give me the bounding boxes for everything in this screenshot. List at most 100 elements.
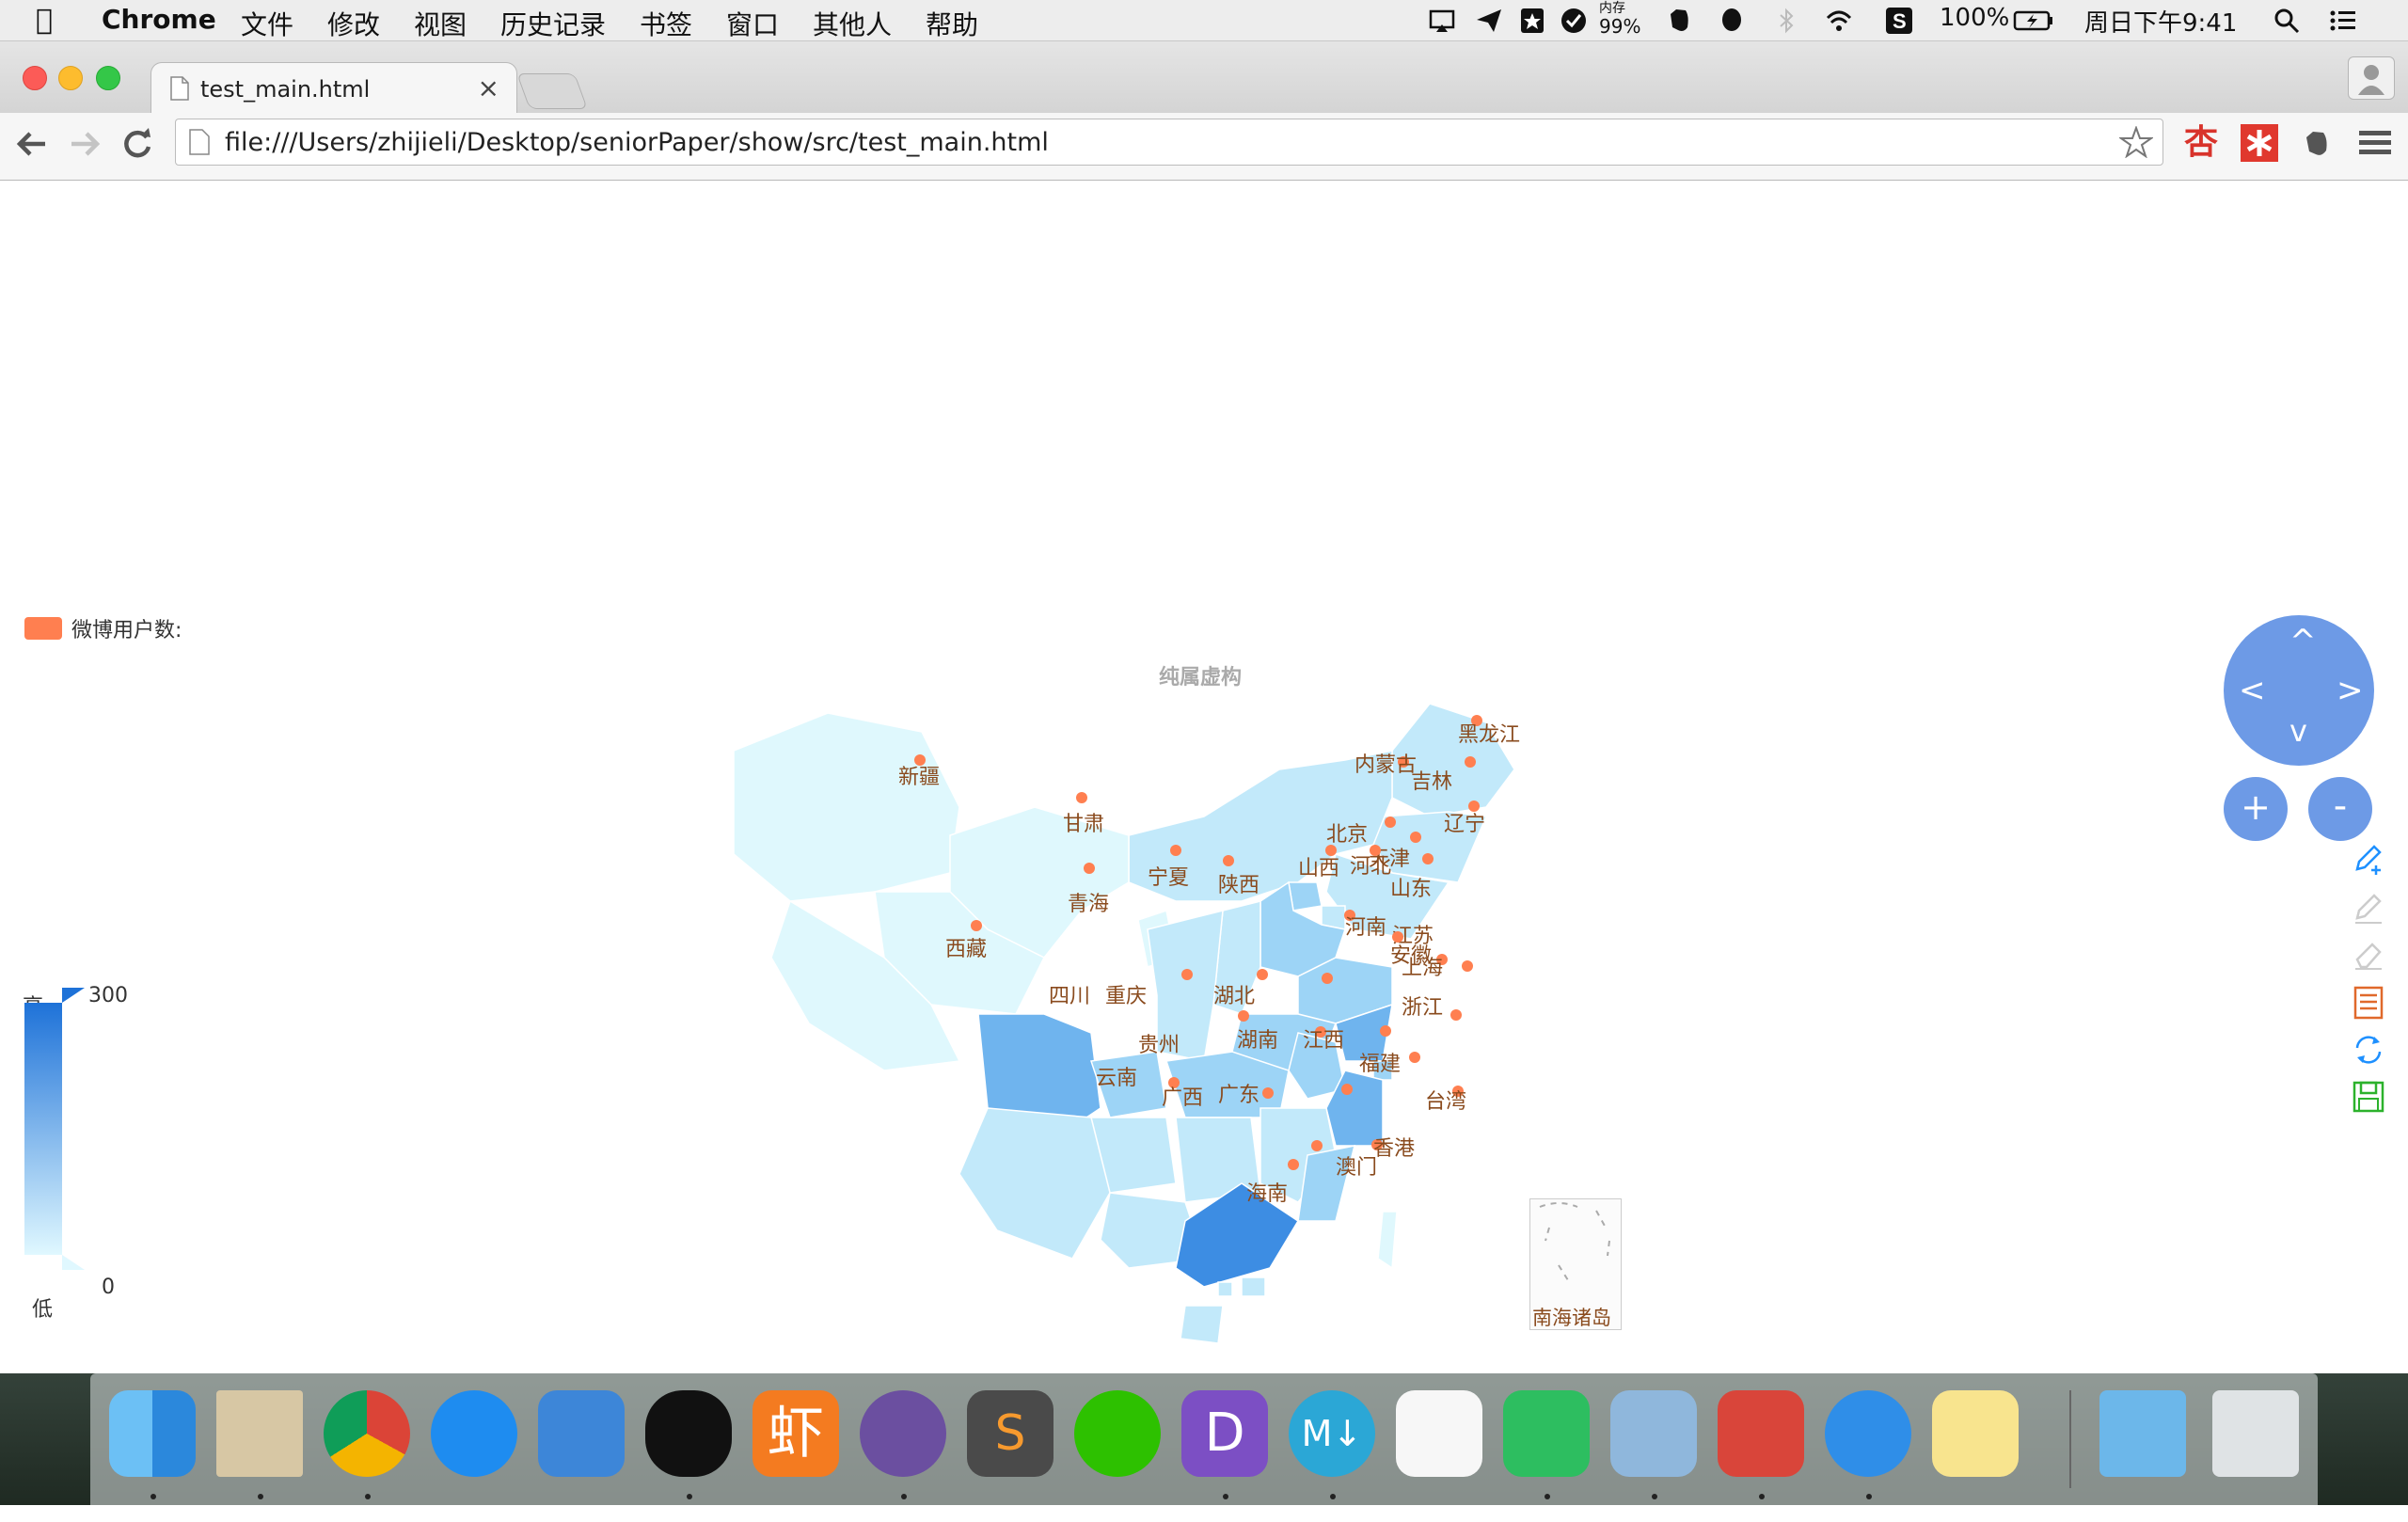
page-info-icon[interactable] xyxy=(189,129,210,155)
trash-icon[interactable] xyxy=(2212,1390,2299,1477)
menu-bookmarks[interactable]: 书签 xyxy=(640,5,692,42)
province-marker-dot[interactable] xyxy=(1392,931,1403,943)
evernote-icon[interactable] xyxy=(1665,7,1693,35)
province-marker-dot[interactable] xyxy=(1076,792,1087,803)
new-tab-button[interactable] xyxy=(516,73,588,109)
province-marker-dot[interactable] xyxy=(914,754,926,766)
notes-icon[interactable] xyxy=(1932,1390,2019,1477)
bluetooth-icon[interactable] xyxy=(1772,7,1800,35)
province-marker-dot[interactable] xyxy=(1410,832,1421,843)
check-circle-icon[interactable] xyxy=(1560,7,1588,35)
xcode-icon[interactable] xyxy=(538,1390,625,1477)
province-region[interactable] xyxy=(1241,1276,1266,1297)
province-marker-dot[interactable] xyxy=(1465,756,1476,768)
forward-arrow-icon[interactable] xyxy=(68,128,102,160)
app-store-icon[interactable] xyxy=(431,1390,517,1477)
xing-extension-icon[interactable]: 杏 xyxy=(2184,124,2222,162)
airplay-icon[interactable] xyxy=(1428,7,1456,35)
close-window-button[interactable] xyxy=(23,66,47,90)
legend-label[interactable]: 微博用户数: xyxy=(71,613,182,643)
province-marker-dot[interactable] xyxy=(1223,855,1234,866)
province-marker-dot[interactable] xyxy=(1409,1052,1420,1063)
province-marker-dot[interactable] xyxy=(1170,845,1181,856)
reload-icon[interactable] xyxy=(120,126,154,160)
province-marker-dot[interactable] xyxy=(1468,801,1480,812)
spotlight-search-icon[interactable] xyxy=(2273,7,2301,35)
province-marker-dot[interactable] xyxy=(1262,1087,1274,1099)
mail-stamp-icon[interactable] xyxy=(216,1390,303,1477)
province-marker-dot[interactable] xyxy=(1311,1140,1323,1151)
active-tab[interactable]: test_main.html × xyxy=(150,62,517,115)
province-marker-dot[interactable] xyxy=(1257,969,1268,980)
xiami-music-icon[interactable]: 虾 xyxy=(752,1390,839,1477)
qq-icon[interactable] xyxy=(1718,7,1746,35)
zoom-window-button[interactable] xyxy=(96,66,120,90)
bookmark-star-outline-icon[interactable] xyxy=(2119,126,2153,158)
refresh-icon[interactable] xyxy=(2352,1033,2385,1067)
address-bar[interactable]: file:///Users/zhijieli/Desktop/seniorPap… xyxy=(175,119,2163,166)
finder-icon[interactable] xyxy=(109,1390,196,1477)
province-marker-dot[interactable] xyxy=(1341,1084,1353,1095)
province-marker-dot[interactable] xyxy=(1084,863,1095,874)
chrome-menu-icon[interactable] xyxy=(2359,128,2391,158)
chrome-icon[interactable] xyxy=(324,1390,410,1477)
apple-icon[interactable]:  xyxy=(36,4,53,37)
menu-edit[interactable]: 修改 xyxy=(327,5,380,42)
pan-left-button[interactable]: < xyxy=(2239,672,2266,709)
province-region[interactable] xyxy=(1180,1305,1224,1344)
wifi-icon[interactable] xyxy=(1825,7,1853,35)
province-region[interactable] xyxy=(958,1107,1111,1260)
south-sea-islands-inset[interactable]: 南海诸岛 xyxy=(1529,1198,1622,1330)
province-marker-dot[interactable] xyxy=(1385,816,1396,828)
battery-charging-icon[interactable] xyxy=(2013,7,2054,35)
menu-file[interactable]: 文件 xyxy=(241,5,293,42)
preview-icon[interactable] xyxy=(1610,1390,1697,1477)
province-marker-dot[interactable] xyxy=(1322,973,1333,984)
sogou-input-icon[interactable]: S xyxy=(1885,7,1913,35)
zoom-out-button[interactable]: - xyxy=(2308,777,2372,841)
province-marker-dot[interactable] xyxy=(1462,960,1473,972)
visual-map-scale[interactable] xyxy=(24,988,92,1270)
pen-icon[interactable] xyxy=(2352,892,2385,926)
province-marker-dot[interactable] xyxy=(971,920,982,931)
tab-close-button[interactable]: × xyxy=(478,72,499,103)
back-arrow-icon[interactable] xyxy=(15,128,49,160)
data-view-icon[interactable] xyxy=(2352,986,2385,1020)
safari-icon[interactable] xyxy=(1825,1390,1911,1477)
scale-bottom-handle[interactable] xyxy=(62,1255,85,1270)
province-marker-dot[interactable] xyxy=(1325,845,1337,856)
reminders-icon[interactable] xyxy=(1396,1390,1482,1477)
pan-right-button[interactable]: > xyxy=(2337,672,2364,709)
wechat-icon[interactable] xyxy=(1074,1390,1161,1477)
dash-icon[interactable]: D xyxy=(1181,1390,1268,1477)
menu-history[interactable]: 历史记录 xyxy=(500,5,606,42)
save-icon[interactable] xyxy=(2352,1080,2385,1114)
url-text[interactable]: file:///Users/zhijieli/Desktop/seniorPap… xyxy=(225,128,1049,157)
province-marker-dot[interactable] xyxy=(1380,1025,1391,1037)
mou-markdown-icon[interactable]: M↓ xyxy=(1289,1390,1375,1477)
legend-swatch[interactable] xyxy=(24,617,62,640)
pen-add-icon[interactable] xyxy=(2352,843,2385,877)
province-region[interactable] xyxy=(1377,1211,1398,1270)
evernote-extension-icon[interactable] xyxy=(2301,128,2333,160)
province-marker-dot[interactable] xyxy=(1422,853,1434,864)
scale-top-handle[interactable] xyxy=(62,988,85,1003)
province-marker-dot[interactable] xyxy=(1181,969,1193,980)
roam-pan-controller[interactable]: ^ v < > xyxy=(2224,615,2374,766)
asterisk-extension-icon[interactable] xyxy=(2241,124,2278,162)
menu-view[interactable]: 视图 xyxy=(414,5,467,42)
pan-down-button[interactable]: v xyxy=(2289,713,2307,749)
province-region[interactable] xyxy=(1217,1281,1233,1297)
github-desktop-icon[interactable] xyxy=(860,1390,946,1477)
menu-window[interactable]: 窗口 xyxy=(726,5,779,42)
wunderlist-icon[interactable] xyxy=(1718,1390,1804,1477)
minimize-window-button[interactable] xyxy=(58,66,83,90)
province-marker-dot[interactable] xyxy=(1238,1010,1249,1022)
pan-up-button[interactable]: ^ xyxy=(2289,623,2317,660)
eraser-icon[interactable] xyxy=(2352,939,2385,973)
qq-app-icon[interactable] xyxy=(645,1390,732,1477)
app-name-menu[interactable]: Chrome xyxy=(102,4,216,35)
province-region[interactable] xyxy=(734,712,960,902)
profile-button[interactable] xyxy=(2348,56,2395,100)
notification-center-icon[interactable] xyxy=(2329,7,2357,35)
